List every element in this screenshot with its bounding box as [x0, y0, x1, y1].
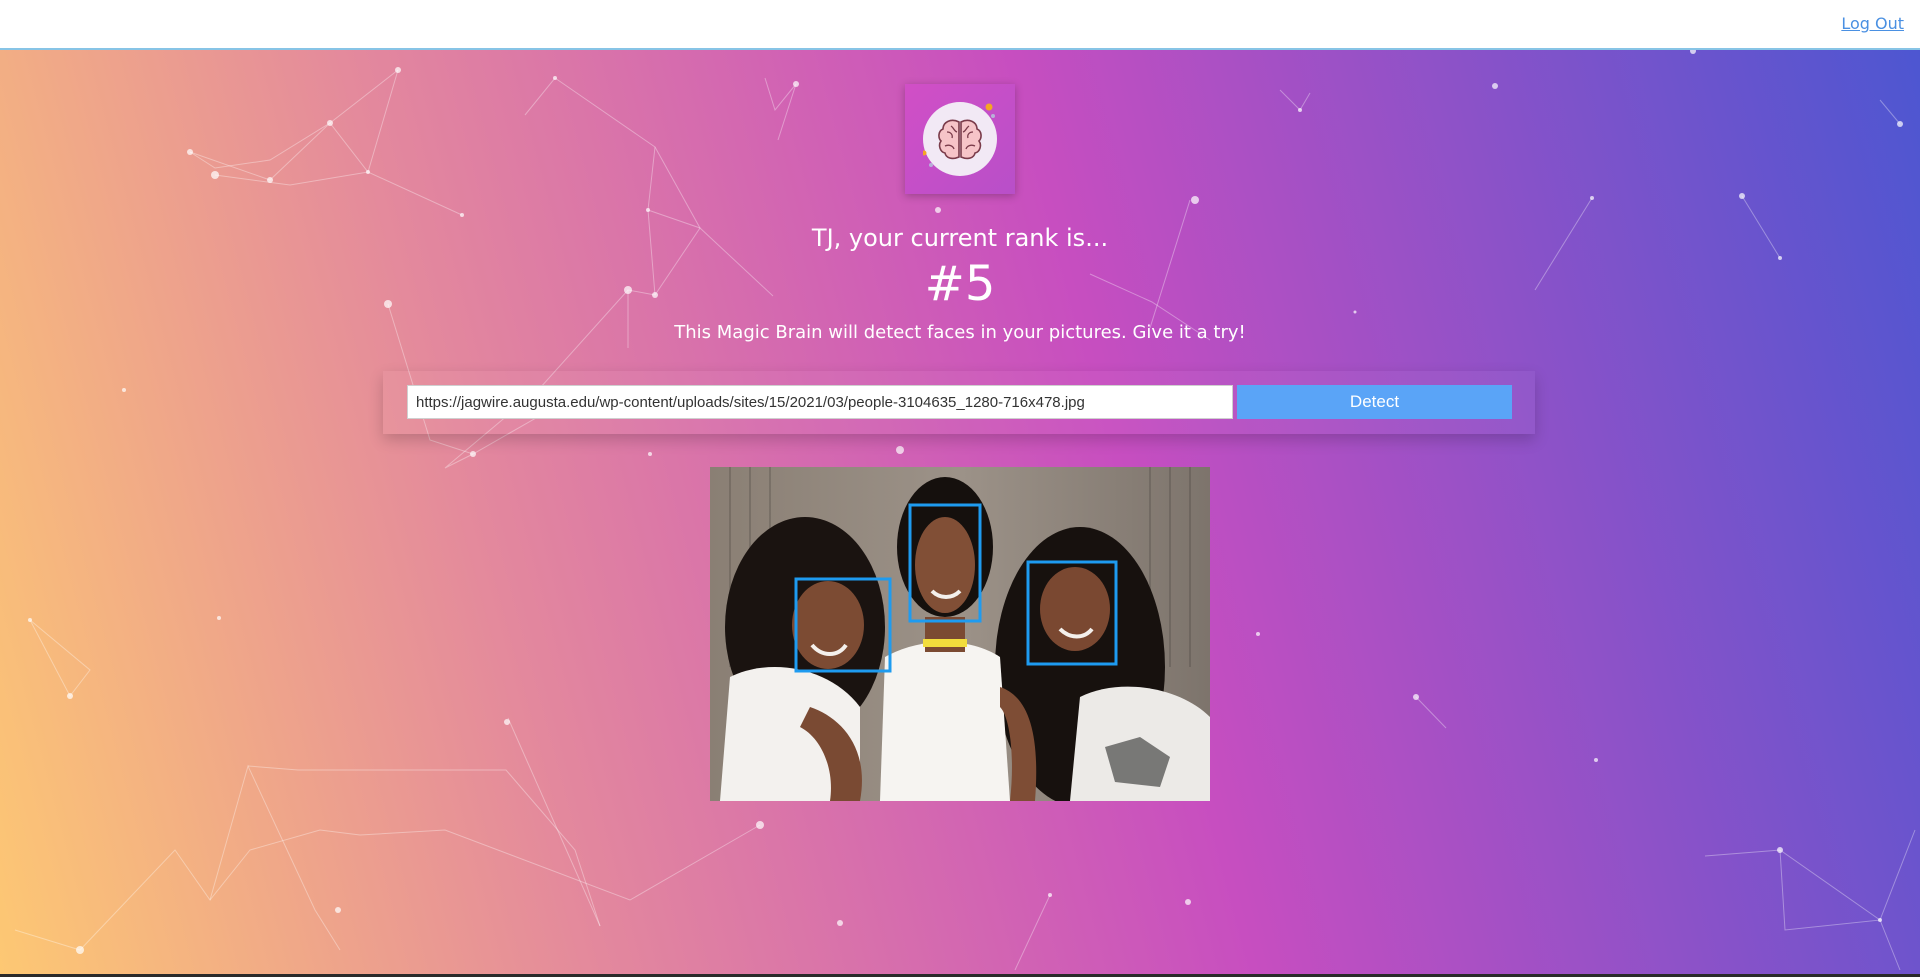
top-nav: Log Out — [0, 0, 1920, 50]
intro-text: This Magic Brain will detect faces in yo… — [674, 322, 1246, 343]
image-link-form: Detect — [383, 371, 1535, 434]
image-url-input[interactable] — [407, 385, 1233, 419]
detected-image — [710, 467, 1210, 801]
brain-icon — [921, 102, 997, 176]
rank-number: #5 — [924, 256, 996, 312]
app-logo — [905, 84, 1015, 194]
app-background: TJ, your current rank is... #5 This Magi… — [0, 50, 1920, 977]
rank-message: TJ, your current rank is... — [811, 224, 1109, 252]
detect-button[interactable]: Detect — [1237, 385, 1512, 419]
face-photo — [710, 467, 1210, 801]
logout-link[interactable]: Log Out — [1841, 14, 1904, 33]
